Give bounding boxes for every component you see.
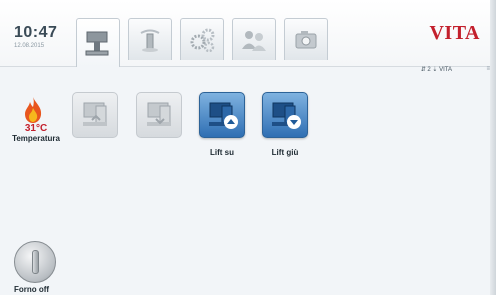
flame-icon xyxy=(25,97,42,123)
temperature-label: Temperatura xyxy=(12,134,60,143)
lift-down-button[interactable] xyxy=(262,92,308,138)
users-icon xyxy=(242,30,266,51)
clock: 10:47 12.08.2015 xyxy=(14,24,64,54)
camera-icon xyxy=(295,30,317,48)
lift-button-disabled-2[interactable] xyxy=(136,92,182,138)
status-indicators: ⇵ 2 ⇣ VITA xyxy=(420,67,452,73)
tab-users[interactable] xyxy=(232,18,276,60)
settings-gears-icon xyxy=(190,28,215,52)
scrollbar-edge xyxy=(490,0,496,295)
temperature-display: 31°C Temperatura xyxy=(8,96,72,143)
header-bar: 10:47 12.08.2015 VITA xyxy=(0,0,496,67)
tab-settings[interactable] xyxy=(180,18,224,60)
lift-up-icon xyxy=(209,102,238,129)
tab-furnace[interactable] xyxy=(76,18,120,67)
temperature-value: 31°C xyxy=(24,123,48,134)
power-button[interactable] xyxy=(14,241,56,283)
vita-logo: VITA xyxy=(429,22,480,44)
lift-down-icon xyxy=(272,102,301,129)
tools-icon xyxy=(140,29,160,52)
tab-camera[interactable] xyxy=(284,18,328,60)
tab-tools[interactable] xyxy=(128,18,172,60)
furnace-icon xyxy=(85,31,109,56)
lift-disabled-icon xyxy=(147,102,171,126)
lift-down-label: Lift giù xyxy=(271,148,299,157)
power-label: Forno off xyxy=(14,285,50,294)
lift-disabled-icon xyxy=(83,102,107,126)
power-icon xyxy=(31,250,39,274)
clock-date: 12.08.2015 xyxy=(14,43,45,49)
lift-button-disabled-1[interactable] xyxy=(72,92,118,138)
clock-time: 10:47 xyxy=(14,24,58,41)
lift-up-button[interactable] xyxy=(199,92,245,138)
lift-up-label: Lift su xyxy=(210,148,234,157)
